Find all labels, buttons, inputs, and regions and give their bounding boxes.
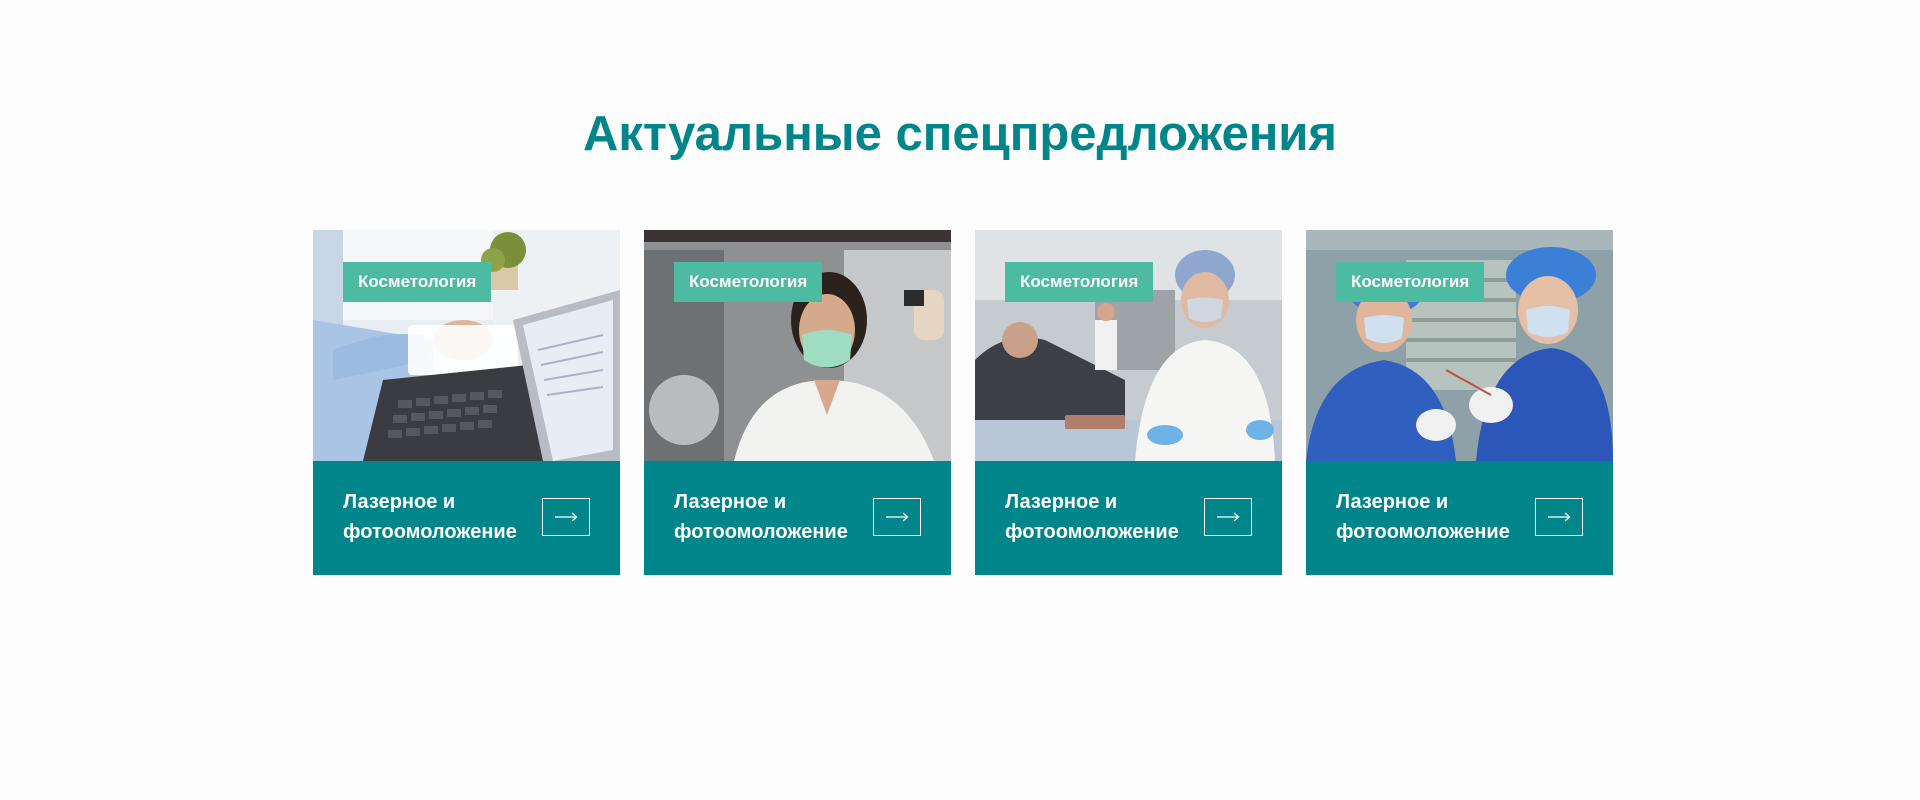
clinic-procedure-photo: Косметология — [1306, 230, 1613, 461]
arrow-right-icon — [1217, 512, 1240, 522]
open-offer-button[interactable] — [873, 498, 921, 536]
card-footer: Лазерное и фотоомоложение — [975, 461, 1282, 575]
category-badge: Косметология — [1336, 262, 1485, 302]
offer-card[interactable]: Косметология Лазерное и фотоомоложение — [313, 230, 620, 575]
office-laptop-photo: Косметология — [313, 230, 620, 461]
category-badge: Косметология — [343, 262, 492, 302]
lab-technicians-photo: Косметология — [975, 230, 1282, 461]
offer-card[interactable]: Косметология Лазерное и фотоомоложение — [975, 230, 1282, 575]
card-footer: Лазерное и фотоомоложение — [644, 461, 951, 575]
offer-title: Лазерное и фотоомоложение — [1336, 491, 1510, 543]
offer-title: Лазерное и фотоомоложение — [1005, 491, 1179, 543]
offer-card[interactable]: Косметология Лазерное и фотоомоложение — [1306, 230, 1613, 575]
arrow-right-icon — [1548, 512, 1571, 522]
category-badge: Косметология — [1005, 262, 1154, 302]
open-offer-button[interactable] — [542, 498, 590, 536]
open-offer-button[interactable] — [1204, 498, 1252, 536]
card-footer: Лазерное и фотоомоложение — [313, 461, 620, 575]
arrow-right-icon — [886, 512, 909, 522]
card-footer: Лазерное и фотоомоложение — [1306, 461, 1613, 575]
arrow-right-icon — [555, 512, 578, 522]
offers-list: Косметология Лазерное и фотоомоложение К… — [313, 230, 1613, 575]
section-title: Актуальные спецпредложения — [582, 107, 1338, 161]
offer-card[interactable]: Косметология Лазерное и фотоомоложение — [644, 230, 951, 575]
open-offer-button[interactable] — [1535, 498, 1583, 536]
offer-title: Лазерное и фотоомоложение — [343, 491, 517, 543]
offer-title: Лазерное и фотоомоложение — [674, 491, 848, 543]
lab-scientist-photo: Косметология — [644, 230, 951, 461]
special-offers-section: Актуальные спецпредложения Косметология … — [0, 0, 1920, 800]
category-badge: Косметология — [674, 262, 823, 302]
